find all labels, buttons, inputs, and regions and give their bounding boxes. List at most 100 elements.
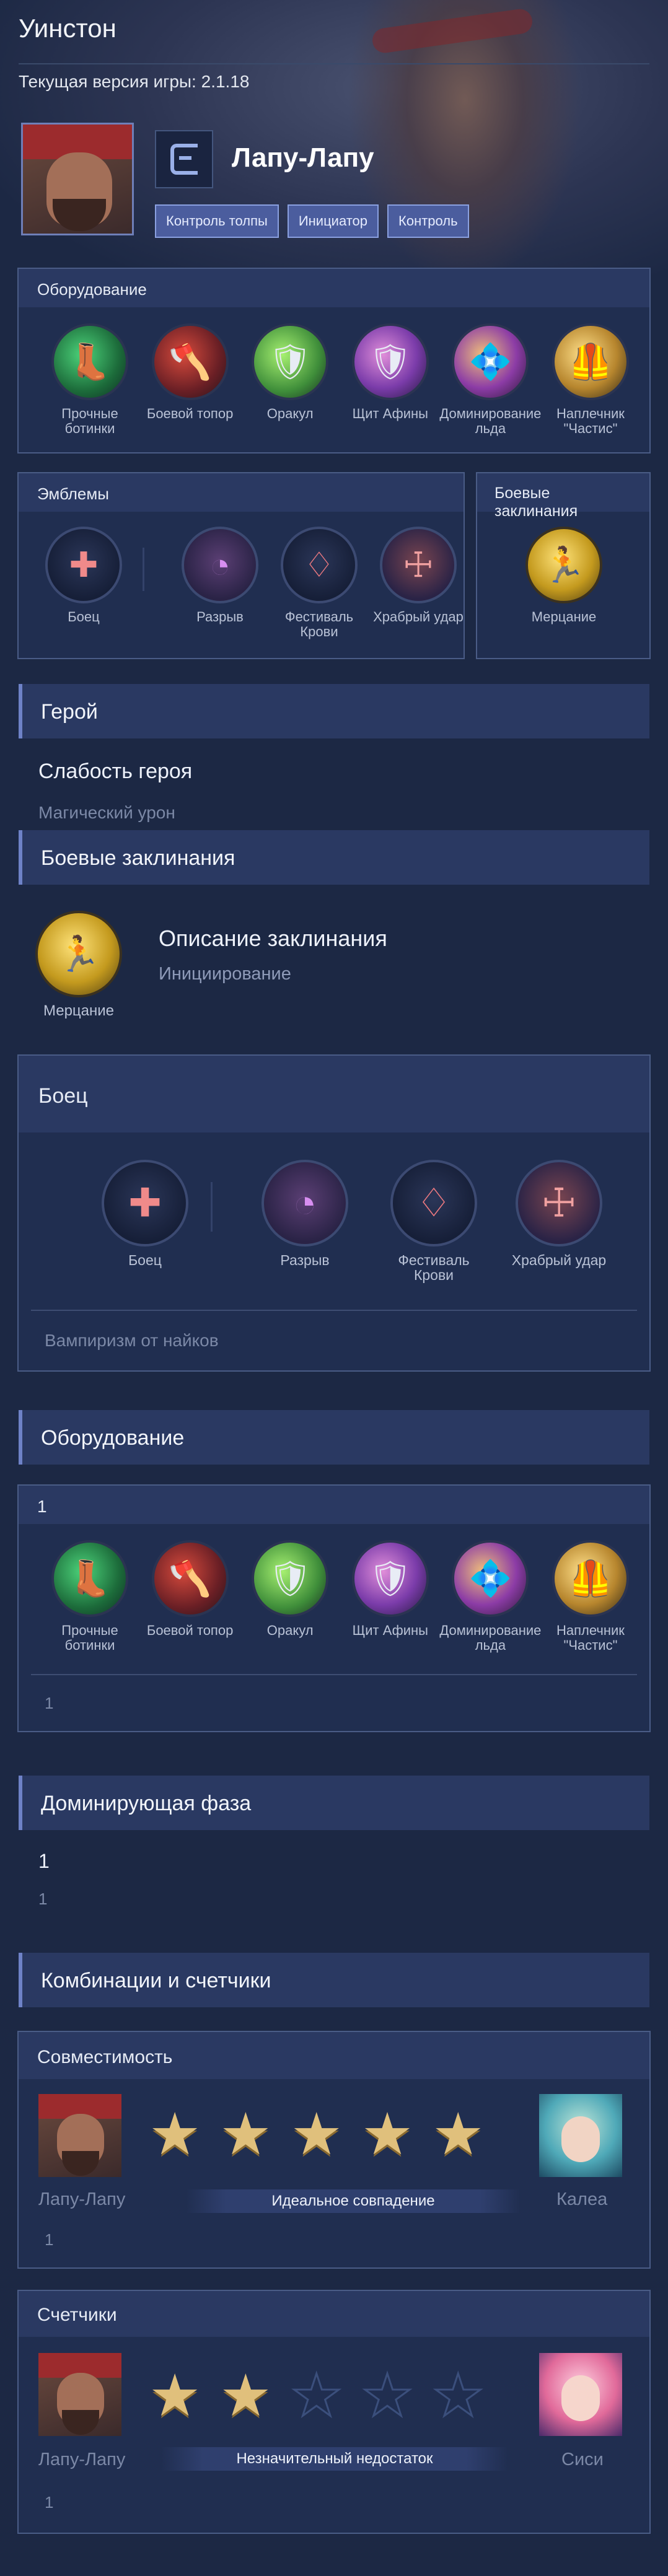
star-icon: ★ <box>149 2101 201 2166</box>
battle-spells-panel: Боевые заклинания 🏃 Мерцание <box>476 472 651 659</box>
build-item-boots[interactable]: 👢 Прочные ботинки <box>43 1540 136 1653</box>
section-equipment-header: Оборудование <box>19 1410 649 1465</box>
compat-right-name: Калеа <box>556 2189 608 2209</box>
item-athena-shield[interactable]: 🛡 Щит Афины <box>344 323 437 436</box>
emblem-fighter[interactable]: ✚ Боец <box>37 527 130 624</box>
fighter-card-title: Боец <box>19 1056 649 1132</box>
lapu-lapu-avatar[interactable] <box>38 2094 121 2177</box>
counters-title: Счетчики <box>19 2291 649 2337</box>
brave-smite-icon: ☩ <box>516 1160 602 1246</box>
star-outline-icon: ★ <box>289 2363 343 2428</box>
fighter-card-brave-smite[interactable]: ☩ Храбрый удар <box>497 1160 621 1268</box>
brave-smite-icon: ☩ <box>380 527 457 603</box>
star-icon: ★ <box>149 2363 201 2428</box>
emblems-panel: Эмблемы ✚ Боец ◔ Разрыв ♢ Фестиваль Кров… <box>17 472 465 659</box>
fighter-emblem-icon: ✚ <box>45 527 122 603</box>
build-item-athena-shield[interactable]: 🛡 Щит Афины <box>344 1540 437 1653</box>
build-item-war-axe[interactable]: 🪓 Боевой топор <box>144 1540 237 1653</box>
equipment-build-card: 1 👢 Прочные ботинки 🪓 Боевой топор 🛡 Ора… <box>17 1484 651 1732</box>
dominant-phase-value: 1 <box>38 1850 50 1872</box>
page-title: Уинстон <box>19 14 116 43</box>
star-outline-icon: ★ <box>360 2363 414 2428</box>
item-shoulder-guard[interactable]: 🦺 Наплечник "Частис" <box>544 323 637 436</box>
hero-weakness-value: Магический урон <box>38 803 175 822</box>
star-icon: ★ <box>219 2101 272 2166</box>
emblems-panel-title: Эмблемы <box>19 473 464 512</box>
fighter-emblem-icon: ✚ <box>102 1160 188 1246</box>
fighter-emblem-card: Боец ✚ Боец ◔ Разрыв ♢ Фестиваль Крови ☩… <box>17 1054 651 1372</box>
shoulder-guard-icon: 🦺 <box>552 1540 629 1617</box>
fighter-card-rupture[interactable]: ◔ Разрыв <box>243 1160 367 1268</box>
battle-spells-panel-title: Боевые заклинания <box>477 473 649 520</box>
game-version: Текущая версия игры: 2.1.18 <box>19 72 250 91</box>
counters-verdict: Незначительный недостаток <box>161 2447 508 2471</box>
star-icon: ★ <box>361 2101 414 2166</box>
hero-portrait <box>21 123 134 235</box>
hero-weakness-title: Слабость героя <box>38 760 193 783</box>
tag-initiator[interactable]: Инициатор <box>287 204 379 238</box>
lapu-lapu-avatar[interactable] <box>38 2353 121 2436</box>
header-divider <box>19 63 649 64</box>
tag-crowd-control[interactable]: Контроль толпы <box>155 204 279 238</box>
spell-description-title: Описание заклинания <box>159 926 387 951</box>
compat-verdict: Идеальное совпадение <box>186 2189 521 2213</box>
star-icon: ★ <box>219 2363 272 2428</box>
item-war-axe[interactable]: 🪓 Боевой топор <box>144 323 237 436</box>
spell-description-value: Инициирование <box>159 964 291 984</box>
section-combos-header: Комбинации и счетчики <box>19 1953 649 2007</box>
fighter-role-icon <box>155 130 213 188</box>
section-dominant-phase-header: Доминирующая фаза <box>19 1776 649 1830</box>
festival-of-blood-icon: ♢ <box>390 1160 477 1246</box>
star-icon: ★ <box>290 2101 343 2166</box>
equipment-panel: Оборудование 👢 Прочные ботинки 🪓 Боевой … <box>17 268 651 453</box>
spell-flicker-detail[interactable]: 🏃 Мерцание <box>32 911 125 1019</box>
build-item-dominance-ice[interactable]: 💠 Доминирование льда <box>439 1540 541 1653</box>
athena-shield-icon: 🛡 <box>351 323 429 400</box>
counters-note: 1 <box>45 2493 54 2512</box>
star-outline-icon: ★ <box>431 2363 485 2428</box>
compat-star-rating: ★ ★ ★ ★ ★ <box>149 2105 484 2163</box>
item-dominance-ice[interactable]: 💠 Доминирование льда <box>439 323 541 436</box>
counters-left-name: Лапу-Лапу <box>38 2450 126 2469</box>
war-axe-icon: 🪓 <box>151 323 229 400</box>
fighter-card-festival-of-blood[interactable]: ♢ Фестиваль Крови <box>372 1160 496 1282</box>
section-battle-spells-header: Боевые заклинания <box>19 830 649 885</box>
fighter-card-emblem[interactable]: ✚ Боец <box>83 1160 207 1268</box>
war-axe-icon: 🪓 <box>151 1540 229 1617</box>
counters-card: Счетчики Лапу-Лапу ★ ★ ★ ★ ★ Незначитель… <box>17 2290 651 2534</box>
build-item-oracle[interactable]: 🛡 Оракул <box>244 1540 336 1653</box>
compat-left-name: Лапу-Лапу <box>38 2189 126 2209</box>
kalea-avatar[interactable] <box>539 2094 622 2177</box>
counters-right-name: Сиси <box>561 2450 604 2469</box>
fighter-card-footer: Вампиризм от найков <box>45 1331 219 1350</box>
boots-icon: 👢 <box>51 1540 128 1617</box>
rupture-icon: ◔ <box>182 527 258 603</box>
tag-control[interactable]: Контроль <box>387 204 469 238</box>
hero-tags: Контроль толпы Инициатор Контроль <box>155 204 469 238</box>
compat-note: 1 <box>45 2230 54 2249</box>
talent-rupture[interactable]: ◔ Разрыв <box>174 527 266 624</box>
equipment-build-footer: 1 <box>45 1694 54 1712</box>
dominant-phase-sub: 1 <box>38 1890 48 1908</box>
equipment-panel-title: Оборудование <box>19 269 649 307</box>
section-hero-header: Герой <box>19 684 649 738</box>
cici-avatar[interactable] <box>539 2353 622 2436</box>
compatibility-card: Совместимость Лапу-Лапу ★ ★ ★ ★ ★ Идеаль… <box>17 2031 651 2269</box>
talent-brave-smite[interactable]: ☩ Храбрый удар <box>372 527 465 624</box>
item-oracle[interactable]: 🛡 Оракул <box>244 323 336 436</box>
oracle-icon: 🛡 <box>252 323 329 400</box>
shoulder-guard-icon: 🦺 <box>552 323 629 400</box>
counters-star-rating: ★ ★ ★ ★ ★ <box>149 2363 485 2428</box>
oracle-icon: 🛡 <box>252 1540 329 1617</box>
flicker-icon: 🏃 <box>525 527 602 603</box>
dominance-ice-icon: 💠 <box>452 323 529 400</box>
equipment-build-title: 1 <box>19 1486 649 1524</box>
spell-flicker[interactable]: 🏃 Мерцание <box>509 527 618 624</box>
star-icon: ★ <box>432 2101 485 2166</box>
festival-of-blood-icon: ♢ <box>281 527 358 603</box>
flicker-icon: 🏃 <box>35 911 122 997</box>
build-item-shoulder-guard[interactable]: 🦺 Наплечник "Частис" <box>544 1540 637 1653</box>
page-header: Уинстон <box>19 14 116 43</box>
talent-festival-of-blood[interactable]: ♢ Фестиваль Крови <box>273 527 366 639</box>
item-boots[interactable]: 👢 Прочные ботинки <box>43 323 136 436</box>
